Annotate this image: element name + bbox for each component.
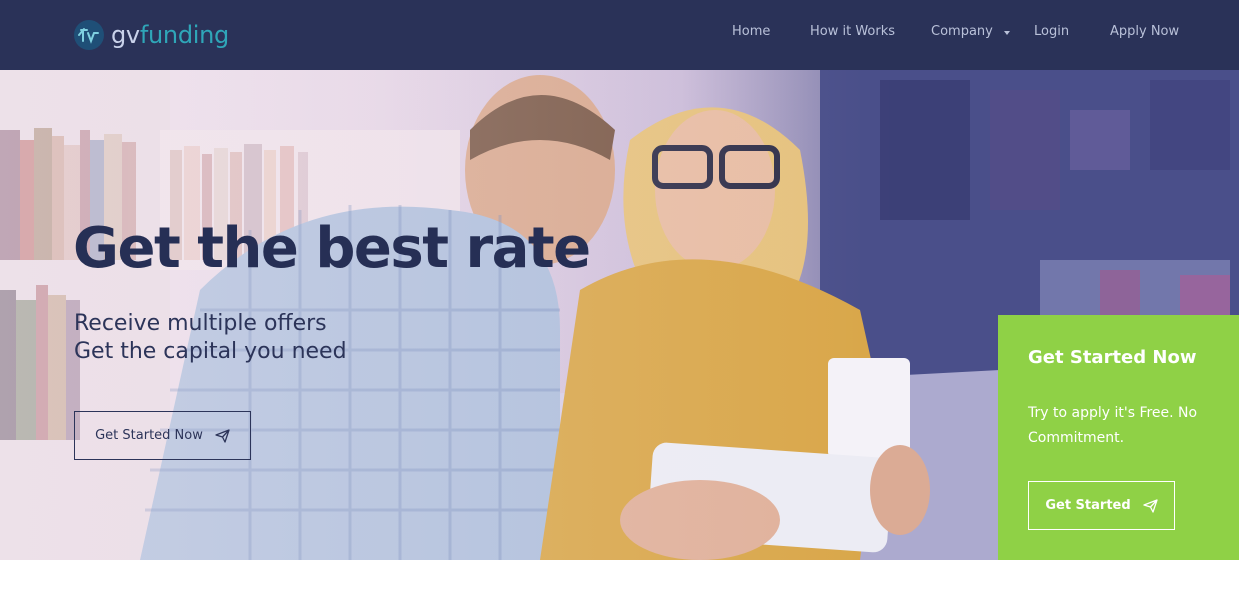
nav-login[interactable]: Login: [1034, 24, 1069, 39]
cta-button-label: Get Started: [1045, 498, 1131, 513]
top-navbar: gvfunding Home How it Works Company Logi…: [0, 0, 1239, 70]
gv-logo-icon: [74, 20, 104, 50]
nav-apply-now[interactable]: Apply Now: [1110, 24, 1179, 39]
nav-how-it-works[interactable]: How it Works: [810, 24, 895, 39]
paper-plane-icon: [1143, 498, 1158, 513]
hero-section: Get the best rate Receive multiple offer…: [0, 70, 1239, 560]
content-below-hero: [0, 560, 1239, 600]
cta-title: Get Started Now: [1028, 347, 1197, 368]
hero-subtitle-line2: Get the capital you need: [74, 339, 347, 364]
brand-name: gvfunding: [111, 21, 229, 49]
company-dropdown-caret-icon[interactable]: [1004, 31, 1010, 35]
hero-get-started-now-button[interactable]: Get Started Now: [74, 411, 251, 460]
brand-logo[interactable]: gvfunding: [73, 18, 229, 52]
cta-description: Try to apply it's Free. No Commitment.: [1028, 405, 1198, 446]
paper-plane-icon: [215, 428, 230, 443]
nav-home[interactable]: Home: [732, 24, 770, 39]
get-started-panel: Get Started Now Try to apply it's Free. …: [998, 315, 1239, 560]
hero-subtitle-line1: Receive multiple offers: [74, 311, 327, 336]
cta-get-started-button[interactable]: Get Started: [1028, 481, 1175, 530]
hero-button-label: Get Started Now: [95, 428, 203, 443]
hero-title: Get the best rate: [73, 216, 591, 281]
nav-company[interactable]: Company: [931, 24, 993, 39]
